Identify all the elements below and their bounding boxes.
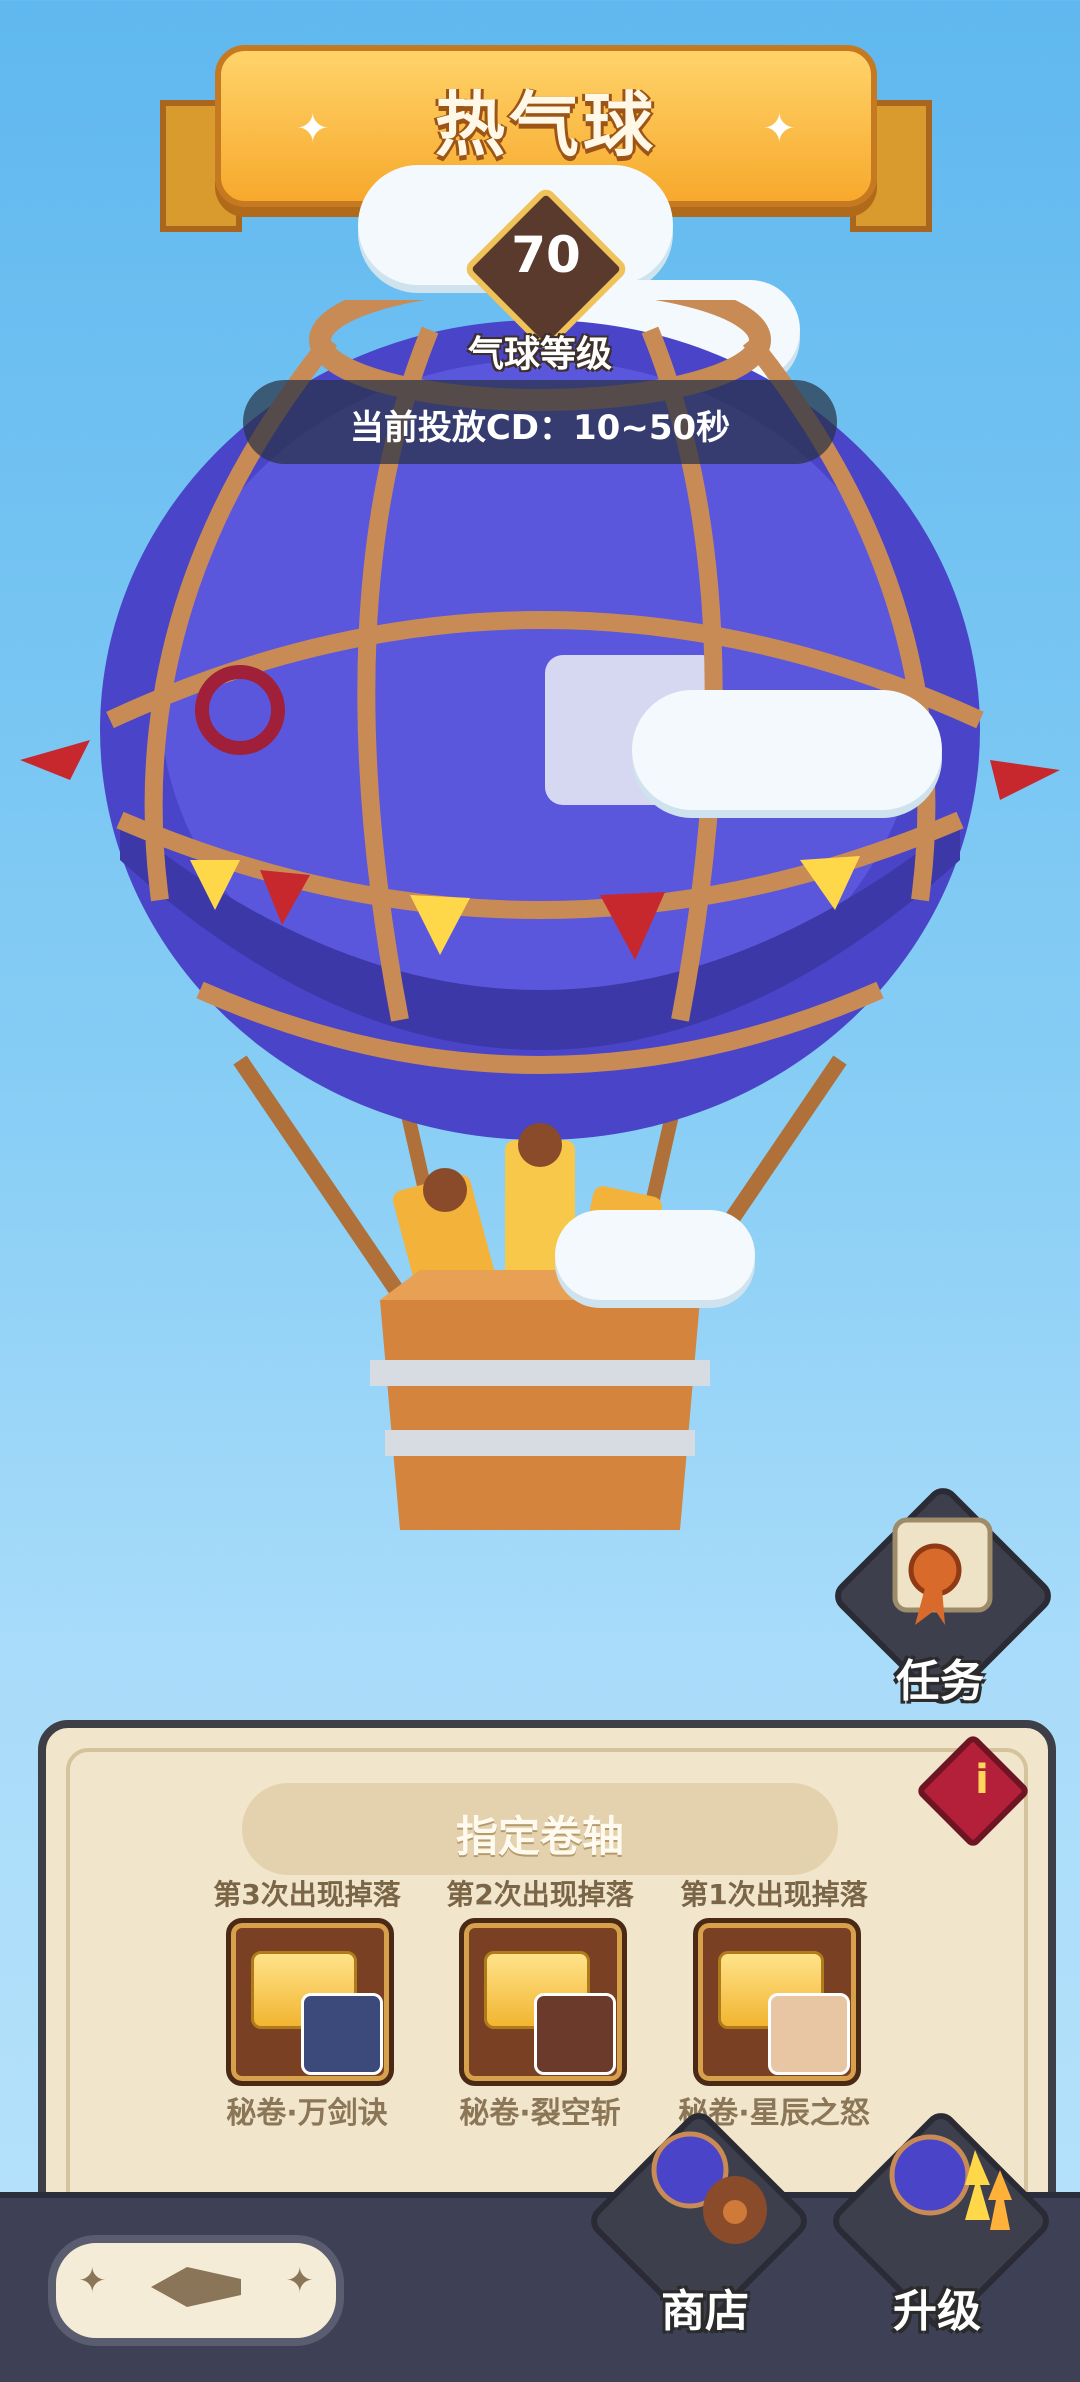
upgrade-label: 升级: [893, 2286, 981, 2337]
sparkle-icon: ✦: [762, 106, 796, 152]
item-name: 秘卷·裂空斩: [459, 2096, 621, 2131]
sparkle-icon: ✦: [285, 2261, 315, 2301]
back-button[interactable]: ✦ ✦: [48, 2235, 344, 2346]
hero-portrait: [768, 1993, 850, 2075]
scroll-card[interactable]: [693, 1918, 861, 2086]
task-label: 任务: [896, 1656, 984, 1707]
info-icon[interactable]: i: [947, 1757, 1017, 1803]
hero-portrait: [301, 1993, 383, 2075]
item-name: 秘卷·万剑诀: [226, 2096, 388, 2131]
cd-text: 当前投放CD：10~50秒: [349, 408, 731, 448]
drop-label: 第2次出现掉落: [446, 1878, 634, 1911]
cloud: [632, 690, 942, 810]
balloon-upgrade-icon: [889, 2134, 1012, 2230]
shop-label: 商店: [661, 2286, 749, 2337]
hero-portrait: [534, 1993, 616, 2075]
cd-info: 当前投放CD：10~50秒: [243, 380, 837, 464]
balloon-bag-icon: [651, 2131, 767, 2244]
scroll-card[interactable]: [226, 1918, 394, 2086]
drop-label: 第3次出现掉落: [213, 1878, 401, 1911]
balloon-level: 70: [511, 226, 581, 284]
sparkle-icon: ✦: [78, 2261, 107, 2301]
hot-air-balloon[interactable]: [0, 300, 1080, 1560]
scroll-medal-icon: [892, 1517, 993, 1625]
drop-label: 第1次出现掉落: [680, 1878, 868, 1911]
panel-title-pill: 指定卷轴: [242, 1783, 838, 1875]
panel-title: 指定卷轴: [455, 1812, 624, 1861]
scroll-card[interactable]: [459, 1918, 627, 2086]
balloon-level-label: 气球等级: [467, 334, 612, 375]
cloud: [555, 1210, 755, 1300]
back-arrow-icon: [151, 2267, 241, 2307]
